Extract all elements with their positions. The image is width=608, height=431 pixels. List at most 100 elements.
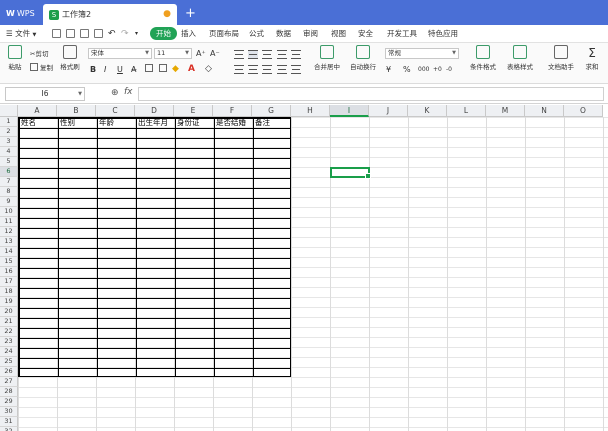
border-button[interactable] [145, 64, 155, 75]
header-cell-a[interactable]: 姓名 [19, 118, 57, 128]
indent-increase-icon[interactable] [291, 50, 301, 59]
currency-icon[interactable]: ¥ [386, 64, 391, 75]
row-header-7[interactable]: 7 [0, 177, 18, 187]
row-header-16[interactable]: 16 [0, 267, 18, 277]
decrease-font-button[interactable]: A⁻ [210, 48, 220, 59]
conditional-format-button[interactable]: 条件格式 [466, 45, 500, 71]
copy-button[interactable]: 复制 [30, 63, 53, 74]
column-header-f[interactable]: F [213, 105, 252, 117]
undo-icon[interactable]: ↶ [108, 25, 116, 43]
column-header-a[interactable]: A [18, 105, 57, 117]
header-cell-f[interactable]: 是否结婚 [214, 118, 252, 128]
row-header-19[interactable]: 19 [0, 297, 18, 307]
wps-home-tab[interactable]: W WPS [0, 3, 42, 25]
row-header-31[interactable]: 31 [0, 417, 18, 427]
name-box[interactable]: I6 ▼ [5, 87, 85, 101]
number-format-select[interactable]: 常规 ▼ [385, 48, 459, 59]
wrap-text-button[interactable]: 自动换行 [348, 45, 378, 71]
fill-color-icon[interactable]: ◆ [172, 64, 179, 75]
row-header-18[interactable]: 18 [0, 287, 18, 297]
clear-format-icon[interactable]: ◇ [205, 64, 212, 75]
row-header-17[interactable]: 17 [0, 277, 18, 287]
thousands-separator-button[interactable]: 000 [418, 64, 429, 75]
decrease-decimal-icon[interactable]: -0 [446, 64, 452, 75]
font-size-select[interactable]: 11 ▼ [154, 48, 192, 59]
align-justify-icon[interactable] [277, 65, 287, 74]
row-header-28[interactable]: 28 [0, 387, 18, 397]
align-right-icon[interactable] [262, 65, 272, 74]
distributed-align-icon[interactable] [291, 65, 301, 74]
cut-button[interactable]: ✂剪切 [30, 49, 48, 60]
tab-insert[interactable]: 插入 [181, 25, 196, 43]
column-header-e[interactable]: E [174, 105, 213, 117]
row-header-1[interactable]: 1 [0, 117, 18, 127]
percent-button[interactable]: % [403, 64, 411, 75]
table-style-button[interactable]: 表格样式 [503, 45, 537, 71]
new-tab-button[interactable]: + [185, 4, 196, 24]
row-header-3[interactable]: 3 [0, 137, 18, 147]
column-header-i[interactable]: I [330, 105, 369, 117]
underline-button[interactable]: U [117, 64, 123, 75]
cell-style-button[interactable] [159, 64, 169, 75]
row-header-4[interactable]: 4 [0, 147, 18, 157]
column-header-c[interactable]: C [96, 105, 135, 117]
row-header-13[interactable]: 13 [0, 237, 18, 247]
tab-review[interactable]: 审阅 [303, 25, 318, 43]
align-center-icon[interactable] [248, 65, 258, 74]
align-bottom-icon[interactable] [262, 50, 272, 59]
column-header-b[interactable]: B [57, 105, 96, 117]
row-header-24[interactable]: 24 [0, 347, 18, 357]
tab-special-apps[interactable]: 特色应用 [428, 25, 458, 43]
align-middle-icon[interactable] [248, 50, 258, 59]
row-header-21[interactable]: 21 [0, 317, 18, 327]
column-header-h[interactable]: H [291, 105, 330, 117]
header-cell-c[interactable]: 年龄 [97, 118, 135, 128]
quick-access-more-icon[interactable]: ▾ [135, 25, 138, 43]
sum-button[interactable]: Σ 求和 [580, 45, 604, 71]
row-header-23[interactable]: 23 [0, 337, 18, 347]
column-header-m[interactable]: M [486, 105, 525, 117]
row-header-2[interactable]: 2 [0, 127, 18, 137]
row-header-25[interactable]: 25 [0, 357, 18, 367]
select-all-corner[interactable] [0, 105, 18, 117]
row-header-20[interactable]: 20 [0, 307, 18, 317]
tab-developer[interactable]: 开发工具 [387, 25, 417, 43]
column-header-d[interactable]: D [135, 105, 174, 117]
increase-decimal-icon[interactable]: +0 [433, 64, 442, 75]
print-icon[interactable] [80, 29, 89, 38]
redo-icon[interactable]: ↷ [121, 25, 129, 43]
column-header-l[interactable]: L [447, 105, 486, 117]
row-header-9[interactable]: 9 [0, 197, 18, 207]
tab-view[interactable]: 视图 [331, 25, 346, 43]
column-header-k[interactable]: K [408, 105, 447, 117]
file-menu[interactable]: ☰ 文件 ▼ [6, 25, 36, 43]
tab-data[interactable]: 数据 [276, 25, 291, 43]
row-header-29[interactable]: 29 [0, 397, 18, 407]
indent-decrease-icon[interactable] [277, 50, 287, 59]
fx-icon[interactable]: fx [124, 87, 133, 97]
row-header-32[interactable]: 32 [0, 427, 18, 431]
row-header-11[interactable]: 11 [0, 217, 18, 227]
font-color-icon[interactable]: A [188, 64, 195, 75]
header-cell-e[interactable]: 身份证 [175, 118, 213, 128]
italic-button[interactable]: I [104, 64, 106, 75]
increase-font-button[interactable]: A⁺ [196, 48, 206, 59]
align-top-icon[interactable] [234, 50, 244, 59]
header-cell-g[interactable]: 备注 [253, 118, 291, 128]
header-cell-d[interactable]: 出生年月 [136, 118, 174, 128]
row-header-10[interactable]: 10 [0, 207, 18, 217]
doc-assistant-button[interactable]: 文档助手 [546, 45, 576, 71]
merge-center-button[interactable]: 合并居中 [310, 45, 344, 71]
row-header-12[interactable]: 12 [0, 227, 18, 237]
row-header-8[interactable]: 8 [0, 187, 18, 197]
bold-button[interactable]: B [90, 64, 96, 75]
column-header-j[interactable]: J [369, 105, 408, 117]
tab-formulas[interactable]: 公式 [249, 25, 264, 43]
print-preview-icon[interactable] [66, 29, 75, 38]
zoom-search-icon[interactable]: ⊕ [111, 88, 119, 98]
tab-security[interactable]: 安全 [358, 25, 373, 43]
column-header-g[interactable]: G [252, 105, 291, 117]
row-header-26[interactable]: 26 [0, 367, 18, 377]
header-cell-b[interactable]: 性别 [58, 118, 96, 128]
row-header-5[interactable]: 5 [0, 157, 18, 167]
